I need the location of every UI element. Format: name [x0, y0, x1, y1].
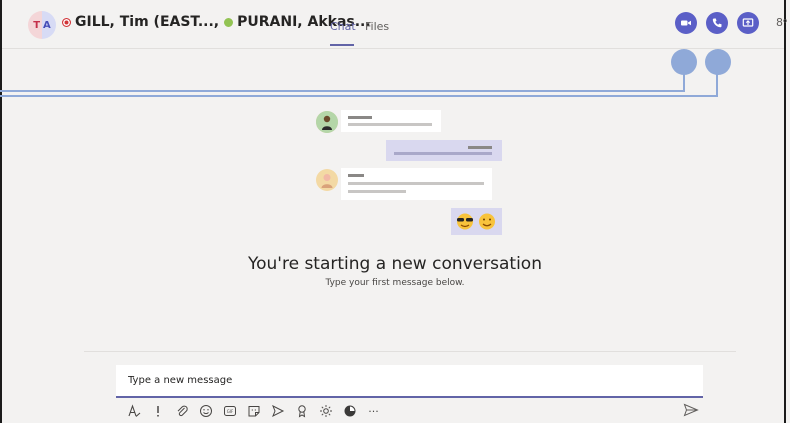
sticker-icon[interactable]: [246, 404, 261, 418]
attach-icon[interactable]: [174, 404, 189, 418]
active-tab-indicator: [330, 44, 354, 46]
avatar-initial-2: A: [43, 19, 51, 31]
sample-message-1: [341, 110, 441, 132]
composer-toolbar: GIF ···: [126, 403, 390, 419]
meet-now-icon[interactable]: [270, 404, 285, 418]
send-button[interactable]: [683, 403, 699, 417]
app-icon[interactable]: [342, 404, 357, 418]
chat-header: T A GILL, Tim (EAST..., PURANI, Akkas...…: [2, 0, 788, 49]
callout-marker-audio: [705, 49, 731, 75]
phone-icon: [712, 18, 722, 28]
emoji-icon[interactable]: [198, 404, 213, 418]
participant-name-1: GILL, Tim (EAST...,: [75, 14, 220, 30]
send-icon: [683, 403, 699, 417]
persona-illustration-2: [316, 169, 338, 191]
share-screen-icon: [742, 18, 754, 27]
video-call-button[interactable]: [675, 12, 697, 34]
persona-illustration-1: [316, 111, 338, 133]
overflow-icon[interactable]: 8ᵒ: [776, 16, 788, 29]
message-composer: [116, 365, 703, 398]
avatar-initial-1: T: [33, 19, 41, 31]
important-icon[interactable]: [150, 404, 165, 418]
empty-state-subtitle: Type your first message below.: [325, 278, 465, 288]
persona-2-icon: [316, 169, 338, 191]
message-input[interactable]: [126, 374, 690, 387]
callout-stem-video: [683, 73, 685, 91]
composer-divider: [84, 351, 736, 352]
window-frame: [0, 0, 786, 423]
more-options-icon[interactable]: ···: [366, 404, 381, 418]
tab-chat[interactable]: Chat: [330, 20, 356, 33]
emoji-faces-icon: [457, 213, 495, 230]
video-camera-icon: [681, 20, 691, 26]
available-status-icon: [224, 17, 234, 27]
praise-icon[interactable]: [294, 404, 309, 418]
svg-text:GIF: GIF: [226, 409, 233, 414]
sample-message-3: [341, 168, 492, 200]
format-icon[interactable]: [126, 404, 141, 418]
sample-message-2: [386, 140, 502, 161]
callout-connector-bottom: [0, 95, 718, 97]
participants-title[interactable]: GILL, Tim (EAST..., PURANI, Akkas...: [62, 14, 371, 30]
gif-icon[interactable]: GIF: [222, 404, 237, 418]
tab-files[interactable]: Files: [365, 20, 389, 33]
persona-1-icon: [316, 111, 338, 133]
sample-emoji-reply: [451, 208, 502, 235]
callout-connector-top: [0, 90, 685, 92]
group-avatar[interactable]: T A: [28, 11, 56, 39]
audio-call-button[interactable]: [706, 12, 728, 34]
callout-stem-audio: [716, 73, 718, 97]
stream-icon[interactable]: [318, 404, 333, 418]
empty-state-title: You're starting a new conversation: [248, 254, 542, 274]
busy-status-icon: [62, 17, 71, 27]
callout-marker-video: [671, 49, 697, 75]
share-screen-button[interactable]: [737, 12, 759, 34]
